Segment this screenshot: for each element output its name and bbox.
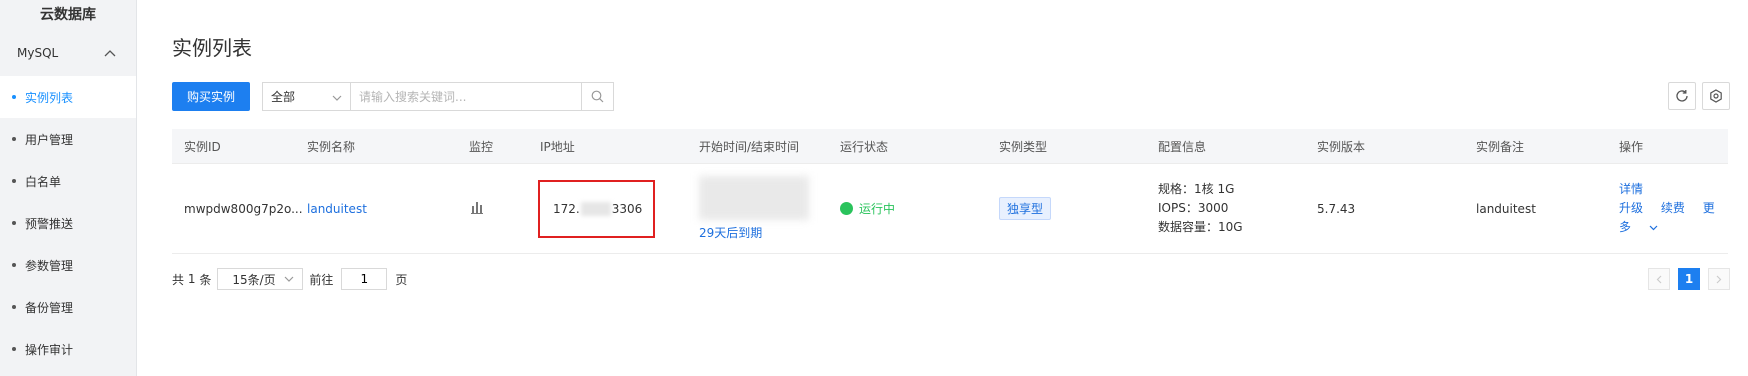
page-number-current[interactable]: 1	[1678, 268, 1700, 290]
sidebar-title: 云数据库	[40, 7, 96, 23]
detail-link[interactable]: 详情	[1619, 182, 1643, 196]
chevron-left-icon	[1656, 275, 1662, 283]
redacted-time	[699, 176, 809, 220]
search-button[interactable]	[582, 82, 615, 111]
column-header: 实例备注	[1476, 139, 1525, 154]
table-header: 实例ID 实例名称 监控 IP地址 开始时间/结束时间 运行状态 实例类型 配置…	[172, 129, 1728, 164]
bullet-icon	[12, 179, 16, 183]
search-icon	[591, 90, 604, 103]
filter-select-value: 全部	[271, 90, 296, 104]
ip-address-highlight: 172. 3306	[538, 179, 655, 238]
chevron-up-icon	[104, 49, 116, 57]
sidebar-group-label: MySQL	[17, 46, 59, 60]
sidebar-item-label: 操作审计	[25, 342, 74, 357]
sidebar-item-label: 用户管理	[25, 132, 74, 147]
status-cell: 运行中	[828, 200, 987, 217]
operations-cell: 详情 升级 续费 更多	[1607, 180, 1728, 237]
filter-select[interactable]: 全部	[262, 82, 351, 111]
sidebar-item-audit[interactable]: 操作审计	[0, 328, 136, 370]
sidebar-item-label: 参数管理	[25, 258, 74, 273]
sidebar-item-params[interactable]: 参数管理	[0, 244, 136, 286]
instance-version: 5.7.43	[1317, 201, 1356, 216]
table-tools	[1668, 82, 1730, 110]
goto-label: 前往	[309, 272, 334, 287]
bullet-icon	[12, 347, 16, 351]
column-header: 实例类型	[999, 139, 1048, 154]
search-input[interactable]	[350, 82, 583, 111]
total-suffix: 条	[199, 272, 212, 287]
sidebar-group-mysql[interactable]: MySQL	[0, 30, 136, 76]
instance-name-link[interactable]: landuitest	[307, 202, 367, 216]
column-header: 实例版本	[1317, 139, 1366, 154]
sidebar-item-label: 预警推送	[25, 216, 74, 231]
bullet-icon	[12, 263, 16, 267]
page-size-select[interactable]: 15条/页	[217, 268, 304, 290]
column-header: IP地址	[540, 139, 575, 154]
total-count: 1	[187, 272, 196, 286]
bullet-icon	[12, 305, 16, 309]
status-text: 运行中	[859, 202, 896, 216]
next-page-button[interactable]	[1708, 268, 1730, 290]
sidebar-item-whitelist[interactable]: 白名单	[0, 160, 136, 202]
buy-instance-button[interactable]: 购买实例	[172, 82, 251, 111]
bar-chart-icon[interactable]	[469, 201, 483, 217]
toolbar: 购买实例 全部	[172, 82, 615, 111]
pagination-left: 共 1 条 15条/页 前往 页	[172, 268, 407, 290]
page-title: 实例列表	[172, 36, 252, 60]
renew-link[interactable]: 续费	[1661, 201, 1685, 215]
column-header: 开始时间/结束时间	[699, 139, 800, 154]
instance-table: 实例ID 实例名称 监控 IP地址 开始时间/结束时间 运行状态 实例类型 配置…	[172, 129, 1728, 254]
redacted-ip-segment	[580, 201, 611, 216]
chevron-down-icon	[284, 276, 294, 282]
bullet-icon	[12, 137, 16, 141]
page-suffix: 页	[395, 272, 408, 287]
instance-id: mwpdw800g7p2o...	[184, 201, 303, 216]
expire-link[interactable]: 29天后到期	[699, 226, 762, 240]
column-header: 配置信息	[1158, 139, 1207, 154]
column-header: 运行状态	[840, 139, 889, 154]
pagination-right: 1	[1648, 268, 1730, 290]
sidebar-item-label: 白名单	[25, 174, 62, 189]
page-size-value: 15条/页	[232, 272, 276, 287]
chevron-right-icon	[1716, 275, 1722, 283]
settings-button[interactable]	[1702, 82, 1730, 110]
gear-icon	[1710, 89, 1722, 103]
upgrade-link[interactable]: 升级	[1619, 201, 1643, 215]
main-content: 实例列表 购买实例 全部 实例ID 实例名称 监控 IP地址 开始时间/结束时间…	[137, 0, 1748, 376]
sidebar-item-backup[interactable]: 备份管理	[0, 286, 136, 328]
config-storage: 数据容量：10G	[1158, 220, 1243, 234]
column-header: 操作	[1619, 139, 1644, 154]
time-cell: 29天后到期	[687, 176, 828, 241]
sidebar-item-label: 实例列表	[25, 90, 74, 105]
column-header: 实例ID	[184, 139, 221, 154]
total-prefix: 共	[172, 272, 185, 287]
refresh-icon	[1676, 90, 1688, 102]
sidebar-item-alerts[interactable]: 预警推送	[0, 202, 136, 244]
instance-type-tag: 独享型	[999, 197, 1052, 220]
ip-suffix: 3306	[611, 201, 643, 216]
column-header: 实例名称	[307, 139, 356, 154]
sidebar-item-label: 备份管理	[25, 300, 74, 315]
instance-remark: landuitest	[1476, 201, 1536, 216]
bullet-icon	[12, 95, 16, 99]
sidebar-item-users[interactable]: 用户管理	[0, 118, 136, 160]
bullet-icon	[12, 221, 16, 225]
config-spec: 规格：1核 1G	[1158, 182, 1235, 196]
sidebar: 云数据库 MySQL 实例列表 用户管理 白名单 预警推送 参数管理 备份管理 …	[0, 0, 137, 376]
refresh-button[interactable]	[1668, 82, 1696, 110]
sidebar-item-instance-list[interactable]: 实例列表	[0, 76, 136, 118]
column-header: 监控	[469, 139, 494, 154]
table-row: mwpdw800g7p2o... landuitest 172. 3306 29天…	[172, 164, 1728, 254]
status-dot-icon	[840, 202, 853, 215]
chevron-down-icon	[1649, 225, 1658, 231]
config-iops: IOPS：3000	[1158, 201, 1229, 215]
chevron-down-icon	[332, 90, 342, 104]
monitor-cell	[457, 201, 528, 217]
config-cell: 规格：1核 1G IOPS：3000 数据容量：10G	[1146, 180, 1305, 237]
goto-page-input[interactable]	[341, 268, 388, 290]
prev-page-button[interactable]	[1648, 268, 1670, 290]
ip-prefix: 172.	[553, 201, 580, 216]
